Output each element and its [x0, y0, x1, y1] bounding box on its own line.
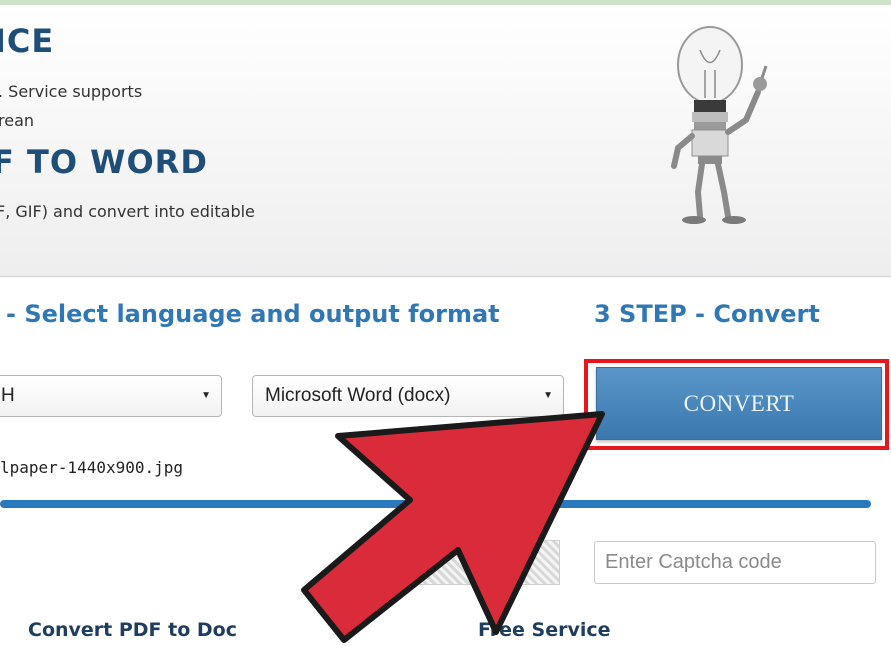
uploaded-filename: lpaper-1440x900.jpg	[0, 458, 184, 477]
captcha-image	[364, 540, 560, 585]
ocr-description-line-2: rean	[0, 111, 35, 130]
convert-pdf-to-doc-link[interactable]: Convert PDF to Doc	[28, 619, 237, 641]
dropdown-arrow-icon: ▼	[201, 390, 211, 401]
dropdown-arrow-icon: ▼	[543, 390, 553, 401]
pdf-description: F, GIF) and convert into editable	[0, 202, 255, 221]
language-select[interactable]: H ▼	[0, 375, 222, 417]
lightbulb-robot-illustration	[671, 26, 768, 224]
upload-progress-bar	[0, 500, 871, 508]
pdf-to-word-heading: F TO WORD	[0, 143, 208, 181]
ocr-heading: ICE	[0, 22, 55, 60]
captcha-input[interactable]	[594, 541, 876, 584]
step-2-title: - Select language and output format	[6, 300, 500, 328]
convert-button[interactable]: CONVERT	[596, 367, 882, 440]
step-3-title: 3 STEP - Convert	[594, 300, 820, 328]
free-service-link[interactable]: Free Service	[478, 619, 611, 641]
output-format-select[interactable]: Microsoft Word (docx) ▼	[252, 375, 564, 417]
ocr-description-line-1: . Service supports	[0, 82, 143, 101]
output-format-select-value: Microsoft Word (docx)	[265, 385, 451, 406]
upload-progress-fill	[0, 500, 871, 508]
language-select-value: H	[1, 385, 15, 406]
